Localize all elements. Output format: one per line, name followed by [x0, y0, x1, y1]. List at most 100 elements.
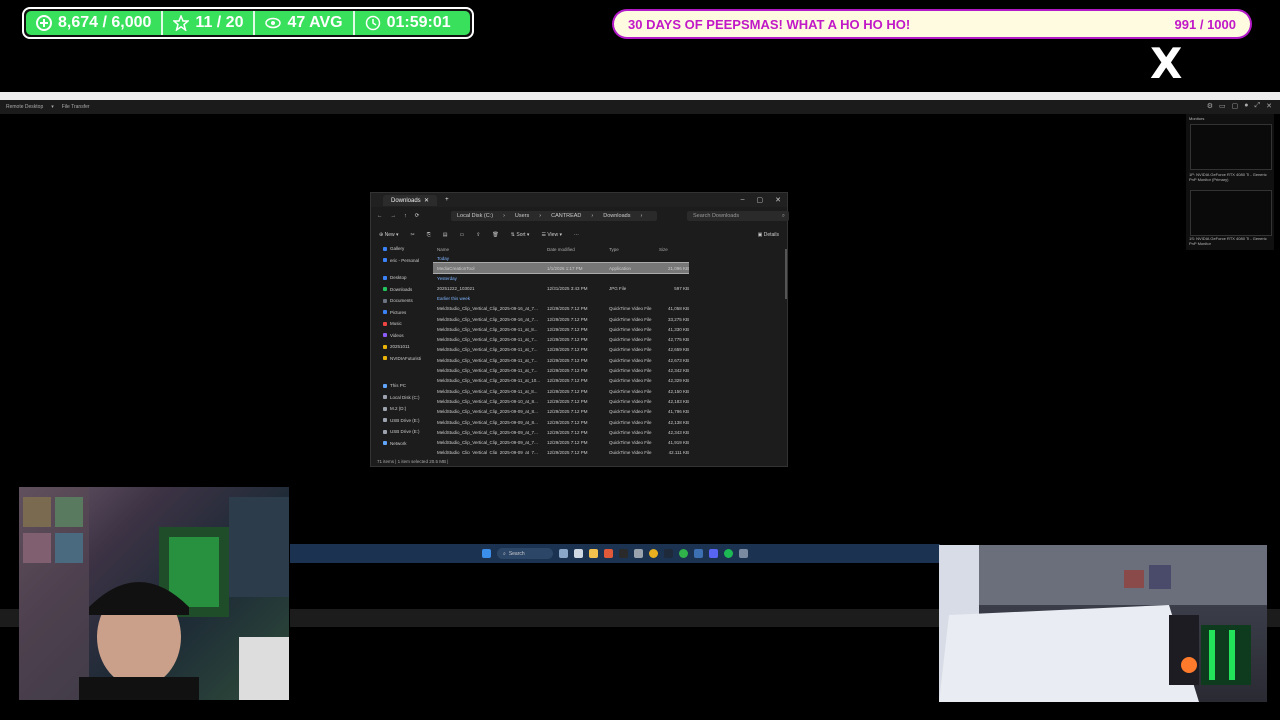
new-tab-button[interactable]: +	[445, 197, 449, 203]
app-gray-icon[interactable]	[634, 549, 643, 558]
breadcrumb-users[interactable]: Users	[515, 213, 529, 219]
sidebar-item[interactable]: Network	[375, 438, 429, 450]
file-row[interactable]: MeldStudio_Clip_Vertical_Clip_2025-09-11…	[433, 324, 689, 334]
file-row[interactable]: MeldStudio_Clip_Vertical_Clip_2025-09-09…	[433, 427, 689, 437]
file-row[interactable]: MeldStudio_Clip_Vertical_Clip_2025-09-09…	[433, 448, 689, 454]
sidebar-item[interactable]: This PC	[375, 380, 429, 392]
file-transfer-tab[interactable]: File Transfer	[62, 104, 90, 110]
column-type[interactable]: Type	[609, 247, 659, 252]
file-explorer-icon[interactable]	[589, 549, 598, 558]
chat-icon[interactable]: ▢	[1232, 102, 1239, 110]
close-icon[interactable]: ✕	[775, 196, 781, 204]
monitor-icon[interactable]: ▭	[1219, 102, 1226, 110]
sidebar-item[interactable]: eric - Personal	[375, 255, 429, 267]
file-row[interactable]: MeldStudio_Clip_Vertical_Clip_2025-09-11…	[433, 386, 689, 396]
view-button[interactable]: ☰ View ▾	[541, 232, 562, 238]
search-input[interactable]: Search Downloads ⌕	[687, 211, 789, 221]
sidebar-item[interactable]: Local Disk (C:)	[375, 392, 429, 404]
record-icon[interactable]: ●	[1244, 102, 1248, 110]
group-header-today[interactable]: Today	[433, 253, 689, 263]
sidebar-item[interactable]: 20251011	[375, 341, 429, 353]
steam-icon[interactable]	[664, 549, 673, 558]
file-explorer-window: Downloads ✕ + – ▢ ✕ ← → ↑ ⟳ Local Disk (…	[370, 192, 789, 467]
chrome-icon[interactable]	[649, 549, 658, 558]
rename-icon[interactable]: ▭	[459, 232, 464, 238]
file-row[interactable]: MeldStudio_Clip_Vertical_Clip_2025-09-09…	[433, 417, 689, 427]
maximize-icon[interactable]: ▢	[757, 196, 764, 204]
column-date[interactable]: Date modified	[547, 247, 609, 252]
xbox-icon[interactable]	[679, 549, 688, 558]
file-row[interactable]: MeldStudio_Clip_Vertical_Clip_2025-09-16…	[433, 304, 689, 314]
cut-icon[interactable]: ✂	[411, 232, 415, 238]
refresh-icon[interactable]: ⟳	[415, 213, 420, 219]
sidebar-item[interactable]: Gallery	[375, 243, 429, 255]
breadcrumb-local-disk[interactable]: Local Disk (C:)	[457, 213, 493, 219]
spotify-icon[interactable]	[724, 549, 733, 558]
file-row[interactable]: MeldStudio_Clip_Vertical_Clip_2025-09-09…	[433, 437, 689, 447]
task-view-icon[interactable]	[574, 549, 583, 558]
discord-icon[interactable]	[709, 549, 718, 558]
sidebar-item[interactable]: Downloads	[375, 284, 429, 296]
minimize-icon[interactable]: –	[741, 196, 745, 204]
taskbar-search[interactable]: ⌕ Search	[497, 548, 553, 559]
remote-desktop-tab[interactable]: Remote Desktop	[6, 104, 43, 110]
file-row[interactable]: 20251222_103021 12/31/2025 3:43 PM JPG Fil…	[433, 283, 689, 293]
file-row[interactable]: MeldStudio_Clip_Vertical_Clip_2025-09-10…	[433, 396, 689, 406]
chevron-down-icon[interactable]: ▾	[51, 104, 54, 110]
sidebar-item[interactable]: Documents	[375, 295, 429, 307]
details-button[interactable]: ▣ Details	[758, 232, 779, 238]
sidebar-item[interactable]: USB Drive (E:)	[375, 415, 429, 427]
sidebar-item[interactable]: Music	[375, 318, 429, 330]
search-icon: ⌕	[781, 212, 785, 219]
monitor-thumbnail-1[interactable]	[1190, 124, 1272, 170]
file-date: 12/29/2025 7:12 PM	[547, 326, 588, 332]
file-row[interactable]: MeldStudio_Clip_Vertical_Clip_2025-09-11…	[433, 376, 689, 386]
fullscreen-icon[interactable]: ⤢	[1255, 102, 1261, 110]
sidebar-item-label: 20251011	[390, 344, 410, 350]
copy-icon[interactable]: ⎘	[427, 232, 431, 238]
column-name[interactable]: Name	[433, 247, 547, 252]
sort-button[interactable]: ⇅ Sort ▾	[511, 232, 530, 238]
back-icon[interactable]: ←	[377, 213, 383, 219]
app-blue-icon[interactable]	[694, 549, 703, 558]
app-red-icon[interactable]	[604, 549, 613, 558]
settings-icon[interactable]: ⚙	[1207, 102, 1213, 110]
file-row[interactable]: MeldStudio_Clip_Vertical_Clip_2025-09-16…	[433, 314, 689, 324]
column-size[interactable]: Size	[659, 247, 689, 252]
sidebar-item[interactable]: M.2 (D:)	[375, 403, 429, 415]
widgets-icon[interactable]	[559, 549, 568, 558]
sidebar-item[interactable]: Videos	[375, 330, 429, 342]
up-icon[interactable]: ↑	[404, 213, 407, 219]
file-row[interactable]: MeldStudio_Clip_Vertical_Clip_2025-09-11…	[433, 355, 689, 365]
file-name: MeldStudio_Clip_Vertical_Clip_2025-09-11…	[437, 378, 540, 384]
scrollbar[interactable]	[785, 249, 787, 299]
breadcrumb-cantread[interactable]: CANTREAD	[551, 213, 581, 219]
sidebar-item[interactable]: Desktop	[375, 272, 429, 284]
start-icon[interactable]	[482, 549, 491, 558]
file-row[interactable]: MeldStudio_Clip_Vertical_Clip_2025-09-09…	[433, 407, 689, 417]
close-icon[interactable]: ✕	[1266, 102, 1272, 110]
sidebar-item[interactable]: NVIDIAFuturisti	[375, 353, 429, 365]
share-icon[interactable]: ⇪	[476, 232, 480, 238]
address-bar[interactable]: Local Disk (C:) › Users › CANTREAD › Downlo…	[451, 211, 657, 221]
monitor-thumbnail-2[interactable]	[1190, 190, 1272, 236]
breadcrumb-downloads[interactable]: Downloads	[603, 213, 630, 219]
sidebar-item[interactable]: Pictures	[375, 307, 429, 319]
file-row[interactable]: MeldStudio_Clip_Vertical_Clip_2025-09-11…	[433, 334, 689, 344]
file-row[interactable]: MeldStudio_Clip_Vertical_Clip_2025-09-11…	[433, 365, 689, 375]
group-header-yesterday[interactable]: Yesterday	[433, 273, 689, 283]
more-options-icon[interactable]: ···	[574, 232, 579, 238]
sidebar-item[interactable]: USB Drive (E:)	[375, 426, 429, 438]
app-misc-icon[interactable]	[739, 549, 748, 558]
delete-icon[interactable]: 🗑	[492, 232, 498, 238]
paste-icon[interactable]: ▤	[443, 232, 448, 238]
windows-taskbar: ⌕ Search	[290, 544, 940, 563]
new-button[interactable]: ⊕ New ▾	[379, 232, 399, 238]
file-row[interactable]: MediaCreationTool 1/1/2026 1:17 PM Applica…	[433, 261, 689, 275]
forward-icon[interactable]: →	[391, 213, 397, 219]
file-row[interactable]: MeldStudio_Clip_Vertical_Clip_2025-09-11…	[433, 345, 689, 355]
downloads-tab[interactable]: Downloads ✕	[383, 194, 438, 206]
group-header-earlier[interactable]: Earlier this week	[433, 294, 689, 304]
viewers-stat: 47 AVG	[253, 11, 352, 35]
app-dark-icon[interactable]	[619, 549, 628, 558]
